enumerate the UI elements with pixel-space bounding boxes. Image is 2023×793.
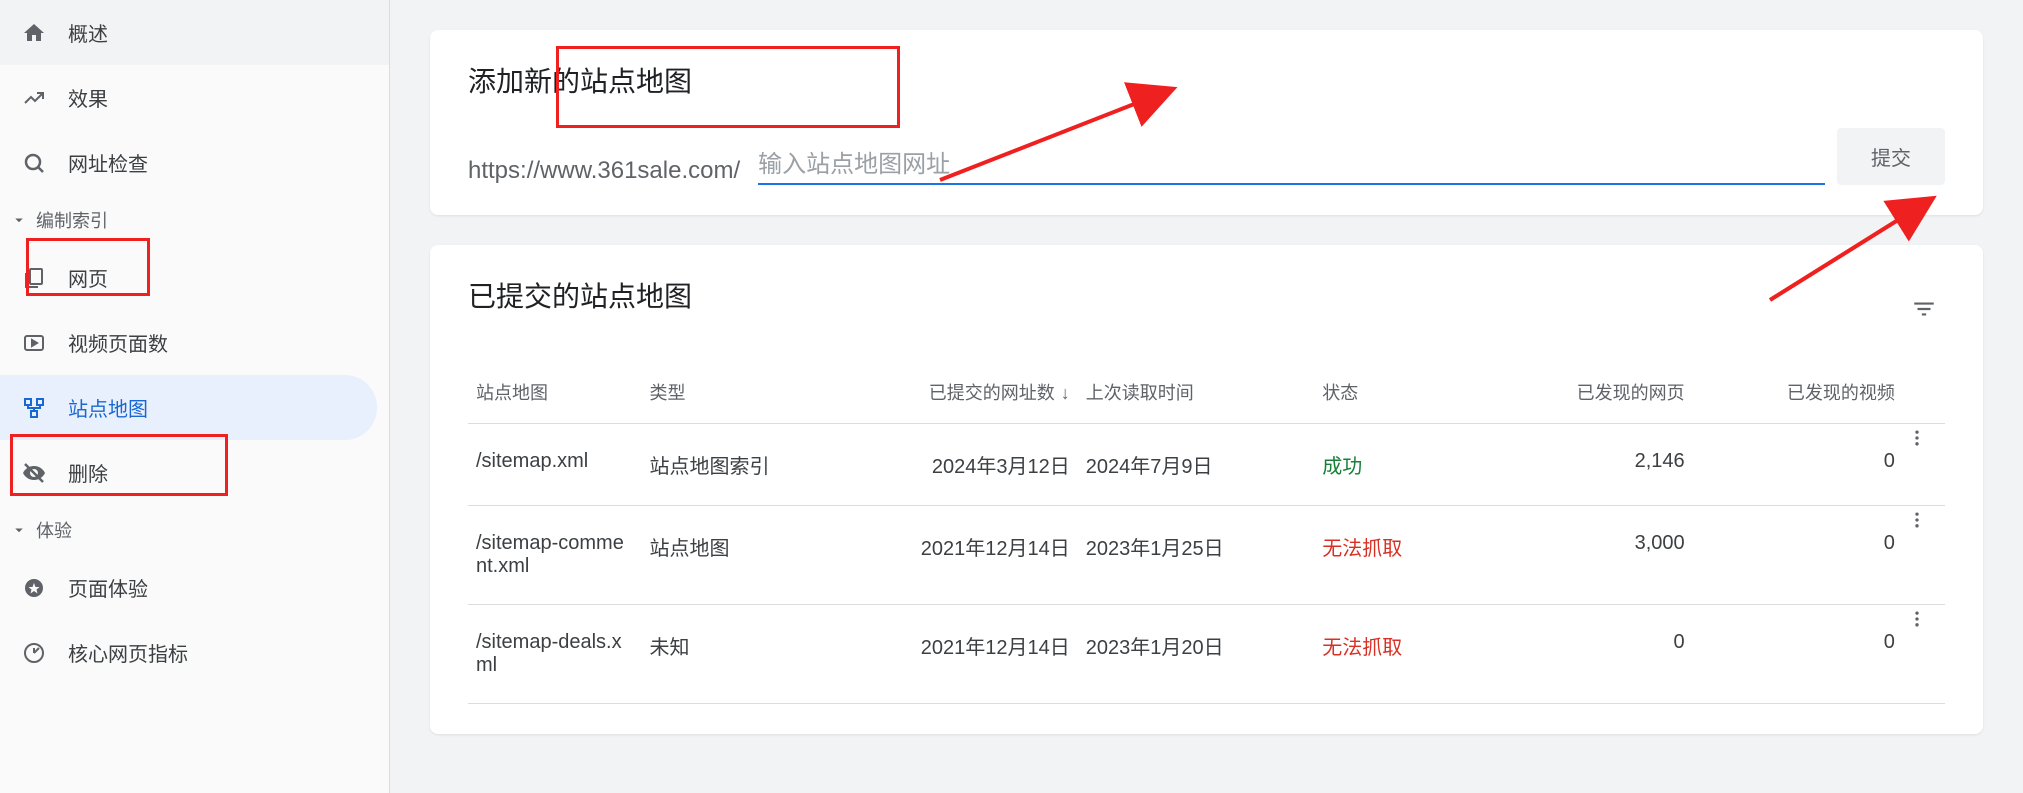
sidebar-label: 效果	[68, 83, 108, 112]
cell-pages: 2,146	[1482, 424, 1692, 506]
cell-sitemap: /sitemap-comment.xml	[468, 506, 641, 605]
cell-last-read: 2023年1月20日	[1078, 605, 1315, 704]
cell-videos: 0	[1693, 424, 1903, 506]
sidebar-item-overview[interactable]: 概述	[0, 0, 389, 65]
sidebar-label: 网址检查	[68, 148, 148, 177]
search-icon	[22, 151, 46, 175]
sidebar-item-removals[interactable]: 删除	[0, 440, 389, 505]
col-last-read: 上次读取时间	[1078, 365, 1315, 424]
sidebar-section-index[interactable]: 编制索引	[0, 195, 389, 245]
cell-last-read: 2023年1月25日	[1078, 506, 1315, 605]
cell-type: 站点地图索引	[641, 424, 825, 506]
main-content: 添加新的站点地图 https://www.361sale.com/ 提交 已提交…	[390, 0, 2023, 793]
cell-submitted: 2021年12月14日	[825, 605, 1077, 704]
cell-status: 无法抓取	[1314, 605, 1482, 704]
cell-videos: 0	[1693, 506, 1903, 605]
sidebar-label: 网页	[68, 263, 108, 292]
col-sitemap: 站点地图	[468, 365, 641, 424]
cell-sitemap: /sitemap.xml	[468, 424, 641, 506]
col-type: 类型	[641, 365, 825, 424]
sidebar-label: 站点地图	[68, 393, 148, 422]
cell-submitted: 2021年12月14日	[825, 506, 1077, 605]
cell-submitted: 2024年3月12日	[825, 424, 1077, 506]
cell-status: 成功	[1314, 424, 1482, 506]
col-status: 状态	[1314, 365, 1482, 424]
col-submitted[interactable]: 已提交的网址数↓	[825, 365, 1077, 424]
table-row[interactable]: /sitemap-comment.xml站点地图2021年12月14日2023年…	[468, 506, 1945, 605]
sidebar-section-label: 编制索引	[36, 207, 108, 233]
sidebar-label: 核心网页指标	[68, 638, 188, 667]
sidebar-item-performance[interactable]: 效果	[0, 65, 389, 130]
sitemaps-table: 站点地图 类型 已提交的网址数↓ 上次读取时间 状态 已发现的网页 已发现的视频…	[468, 365, 1945, 704]
performance-icon	[22, 86, 46, 110]
cell-type: 未知	[641, 605, 825, 704]
sidebar-label: 视频页面数	[68, 328, 168, 357]
submit-button[interactable]: 提交	[1837, 128, 1945, 185]
sidebar: 概述 效果 网址检查 编制索引 网页 视频页面数 站点地图	[0, 0, 390, 793]
submitted-sitemaps-title: 已提交的站点地图	[468, 275, 692, 315]
cell-last-read: 2024年7月9日	[1078, 424, 1315, 506]
page-exp-icon	[22, 576, 46, 600]
sitemap-url-input[interactable]	[758, 147, 1825, 185]
video-icon	[22, 331, 46, 355]
url-prefix: https://www.361sale.com/	[468, 157, 746, 185]
table-row[interactable]: /sitemap.xml站点地图索引2024年3月12日2024年7月9日成功2…	[468, 424, 1945, 506]
add-sitemap-title: 添加新的站点地图	[468, 60, 1945, 100]
chevron-down-icon	[10, 521, 30, 539]
more-icon[interactable]	[1903, 506, 1945, 605]
cell-pages: 0	[1482, 605, 1692, 704]
cell-pages: 3,000	[1482, 506, 1692, 605]
more-icon[interactable]	[1903, 605, 1945, 704]
more-icon[interactable]	[1903, 424, 1945, 506]
home-icon	[22, 21, 46, 45]
sidebar-item-videos[interactable]: 视频页面数	[0, 310, 389, 375]
sidebar-section-experience[interactable]: 体验	[0, 505, 389, 555]
pages-icon	[22, 266, 46, 290]
cell-sitemap: /sitemap-deals.xml	[468, 605, 641, 704]
table-row[interactable]: /sitemap-deals.xml未知2021年12月14日2023年1月20…	[468, 605, 1945, 704]
add-sitemap-card: 添加新的站点地图 https://www.361sale.com/ 提交	[430, 30, 1983, 215]
sidebar-item-core-web-vitals[interactable]: 核心网页指标	[0, 620, 389, 685]
sidebar-label: 概述	[68, 18, 108, 47]
sort-down-icon: ↓	[1061, 383, 1070, 403]
sidebar-label: 页面体验	[68, 573, 148, 602]
sidebar-item-url-inspect[interactable]: 网址检查	[0, 130, 389, 195]
sitemap-icon	[22, 396, 46, 420]
col-pages: 已发现的网页	[1482, 365, 1692, 424]
cell-status: 无法抓取	[1314, 506, 1482, 605]
sidebar-label: 删除	[68, 458, 108, 487]
sidebar-item-pages[interactable]: 网页	[0, 245, 389, 310]
submitted-sitemaps-card: 已提交的站点地图 站点地图 类型 已提交的网址数↓ 上次读取时间 状态 已发现的…	[430, 245, 1983, 734]
core-web-icon	[22, 641, 46, 665]
cell-type: 站点地图	[641, 506, 825, 605]
filter-icon[interactable]	[1903, 288, 1945, 330]
sidebar-section-label: 体验	[36, 517, 72, 543]
chevron-down-icon	[10, 211, 30, 229]
sidebar-item-sitemaps[interactable]: 站点地图	[0, 375, 377, 440]
cell-videos: 0	[1693, 605, 1903, 704]
sidebar-item-page-experience[interactable]: 页面体验	[0, 555, 389, 620]
remove-icon	[22, 461, 46, 485]
col-videos: 已发现的视频	[1693, 365, 1903, 424]
